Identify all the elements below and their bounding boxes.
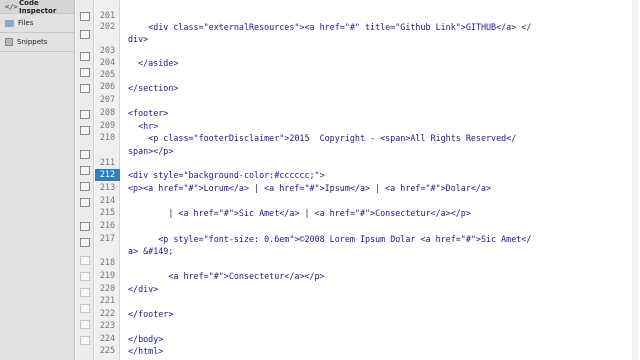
indent-code-icon[interactable] (80, 304, 90, 313)
collapse-selection-icon[interactable] (80, 68, 90, 77)
syntax-error-alerts-icon[interactable] (80, 198, 90, 207)
code-line[interactable]: <div class="externalResources"><a href="… (128, 21, 531, 33)
line-number: 215 (99, 208, 116, 218)
code-line[interactable]: </div> (128, 283, 158, 295)
line-number: 225 (99, 346, 116, 356)
code-line[interactable]: </footer> (128, 308, 173, 320)
active-line-number: 212 (95, 169, 120, 181)
code-editor[interactable]: <div class="externalResources"><a href="… (128, 0, 638, 360)
code-line[interactable]: <p class="footerDisclaimer">2015 Copyrig… (128, 132, 516, 144)
move-css-icon[interactable] (80, 288, 90, 297)
code-line[interactable]: <footer> (128, 107, 168, 119)
remove-comment-icon[interactable] (80, 238, 90, 247)
code-line[interactable]: a> &#149; (128, 245, 173, 257)
line-number-gutter: 201 202 203 204 205 206 207 208 209 210 … (95, 0, 120, 360)
select-parent-tag-icon[interactable] (80, 110, 90, 119)
line-number: 204 (99, 58, 116, 68)
line-number: 219 (99, 271, 116, 281)
line-number: 208 (99, 108, 116, 118)
code-line[interactable]: </section> (128, 82, 178, 94)
code-inspector-label: Code Inspector (19, 0, 57, 15)
line-number: 202 (99, 22, 116, 32)
balance-braces-icon[interactable] (80, 126, 90, 135)
code-line[interactable]: <a href="#">Consectetur</a></p> (128, 270, 324, 282)
code-line[interactable]: </aside> (128, 57, 178, 69)
line-number: 217 (99, 234, 116, 244)
expand-all-icon[interactable] (80, 84, 90, 93)
line-number: 207 (99, 95, 116, 105)
line-number: 203 (99, 46, 116, 56)
line-number: 211 (99, 158, 116, 168)
line-number: 220 (99, 284, 116, 294)
code-inspector-tab[interactable]: </> Code Inspector (0, 0, 74, 15)
line-number: 206 (99, 82, 116, 92)
word-wrap-icon[interactable] (80, 182, 90, 191)
line-number: 209 (99, 121, 116, 131)
line-number: 213 (99, 183, 116, 193)
code-line[interactable]: </html> (128, 345, 163, 357)
outdent-code-icon[interactable] (80, 320, 90, 329)
recent-snippets-icon[interactable] (80, 272, 90, 281)
line-number: 221 (99, 296, 116, 306)
vertical-scrollbar[interactable] (632, 0, 638, 360)
wrap-tag-icon[interactable] (80, 256, 90, 265)
code-line[interactable]: <p><a href="#">Lorum</a> | <a href="#">I… (128, 182, 491, 194)
code-line[interactable]: div> (128, 33, 148, 45)
line-number: 222 (99, 309, 116, 319)
files-label: Files (18, 19, 34, 27)
highlight-invalid-code-icon[interactable] (80, 166, 90, 175)
folder-icon (5, 19, 14, 27)
code-line-active[interactable]: <div style="background-color:#cccccc;"> (128, 169, 325, 181)
left-panel: </> Code Inspector Files Snippets (0, 0, 75, 360)
line-number: 205 (99, 70, 116, 80)
code-line[interactable]: <hr> (128, 120, 158, 132)
line-numbers-icon[interactable] (80, 150, 90, 159)
line-number: 218 (99, 258, 116, 268)
snippet-icon (5, 38, 13, 46)
line-number: 216 (99, 221, 116, 231)
code-line[interactable]: span></p> (128, 145, 173, 157)
panel-item-files[interactable]: Files (0, 14, 74, 33)
panel-item-snippets[interactable]: Snippets (0, 33, 74, 52)
line-number: 210 (99, 133, 116, 143)
code-line[interactable]: <p style="font-size: 0.6em">©2008 Lorem … (128, 233, 531, 245)
line-number: 214 (99, 196, 116, 206)
apply-comment-icon[interactable] (80, 222, 90, 231)
format-source-code-icon[interactable] (80, 336, 90, 345)
code-line[interactable]: | <a href="#">Sic Amet</a> | <a href="#"… (128, 207, 471, 219)
line-number: 224 (99, 334, 116, 344)
line-number: 223 (99, 321, 116, 331)
file-management-icon[interactable] (80, 30, 90, 39)
snippets-label: Snippets (17, 38, 48, 46)
collapse-full-tag-icon[interactable] (80, 52, 90, 61)
code-icon: </> (5, 2, 18, 11)
open-documents-icon[interactable] (80, 12, 90, 21)
code-line[interactable]: </body> (128, 333, 163, 345)
coding-toolbar (76, 0, 94, 360)
